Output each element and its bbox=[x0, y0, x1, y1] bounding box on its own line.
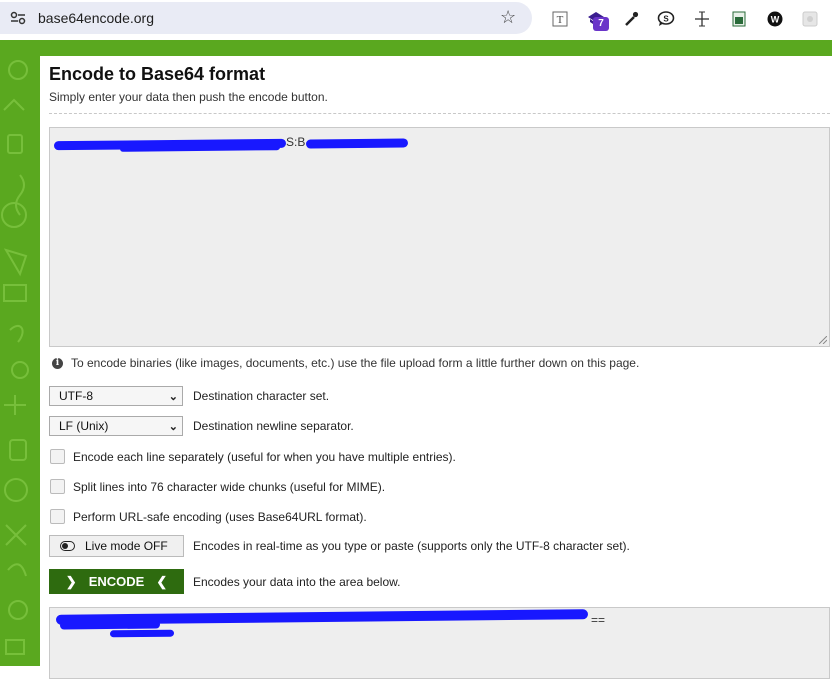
newline-label: Destination newline separator. bbox=[193, 419, 354, 433]
separate-lines-label[interactable]: Encode each line separately (useful for … bbox=[73, 450, 456, 464]
url-safe-label[interactable]: Perform URL-safe encoding (uses Base64UR… bbox=[73, 510, 367, 524]
separate-lines-checkbox[interactable] bbox=[50, 449, 65, 464]
browser-toolbar: base64encode.org ☆ T 7 S W bbox=[0, 0, 832, 40]
decorative-side-pattern bbox=[0, 40, 40, 666]
site-settings-icon[interactable] bbox=[10, 11, 26, 25]
live-mode-label: Live mode OFF bbox=[85, 539, 168, 553]
bookmark-star-icon[interactable]: ☆ bbox=[500, 8, 516, 26]
chevron-right-icon: ❯ bbox=[65, 573, 77, 589]
option-row-split-lines: Split lines into 76 character wide chunk… bbox=[49, 479, 385, 494]
redaction-mark bbox=[119, 144, 281, 152]
resize-handle-icon[interactable] bbox=[819, 336, 827, 344]
extension-badge-count: 7 bbox=[593, 17, 609, 31]
newline-row: LF (Unix) ⌄ Destination newline separato… bbox=[49, 416, 354, 436]
chevron-down-icon: ⌄ bbox=[168, 390, 178, 403]
dashed-divider bbox=[49, 113, 830, 114]
input-textarea[interactable]: S:B bbox=[49, 127, 830, 347]
live-mode-row: Live mode OFF Encodes in real-time as yo… bbox=[49, 535, 630, 557]
svg-text:S: S bbox=[663, 15, 669, 24]
charset-value: UTF-8 bbox=[59, 389, 93, 403]
text-icon[interactable]: T bbox=[550, 9, 570, 29]
live-mode-description: Encodes in real-time as you type or past… bbox=[193, 539, 630, 553]
url-text[interactable]: base64encode.org bbox=[38, 10, 154, 26]
header-green-band bbox=[40, 40, 832, 56]
info-note: i To encode binaries (like images, docum… bbox=[52, 356, 639, 370]
info-icon: i bbox=[52, 357, 63, 369]
svg-text:W: W bbox=[771, 15, 780, 25]
info-text: To encode binaries (like images, documen… bbox=[71, 356, 640, 370]
charset-row: UTF-8 ⌄ Destination character set. bbox=[49, 386, 329, 406]
chevron-left-icon: ❮ bbox=[156, 573, 168, 589]
split-lines-checkbox[interactable] bbox=[50, 479, 65, 494]
newline-value: LF (Unix) bbox=[59, 419, 109, 433]
address-bar[interactable]: base64encode.org ☆ bbox=[0, 2, 532, 34]
puzzle-icon[interactable] bbox=[800, 9, 820, 29]
sheet-icon[interactable] bbox=[729, 9, 749, 29]
chevron-down-icon: ⌄ bbox=[168, 420, 178, 433]
svg-text:T: T bbox=[557, 14, 564, 26]
newline-select[interactable]: LF (Unix) ⌄ bbox=[49, 416, 183, 436]
page-subtitle: Simply enter your data then push the enc… bbox=[49, 90, 328, 104]
redaction-mark bbox=[59, 620, 161, 630]
live-mode-button[interactable]: Live mode OFF bbox=[49, 535, 184, 557]
crosshair-icon[interactable] bbox=[692, 9, 712, 29]
page-title: Encode to Base64 format bbox=[49, 64, 266, 84]
encode-button[interactable]: ❯ ENCODE ❮ bbox=[49, 569, 184, 594]
redaction-mark bbox=[305, 138, 409, 149]
charset-label: Destination character set. bbox=[193, 389, 330, 403]
option-row-separate-lines: Encode each line separately (useful for … bbox=[49, 449, 456, 464]
url-safe-checkbox[interactable] bbox=[50, 509, 65, 524]
main-content: Encode to Base64 format Simply enter you… bbox=[40, 56, 832, 679]
redaction-mark bbox=[109, 629, 175, 638]
eyedropper-icon[interactable] bbox=[621, 9, 641, 29]
speech-icon[interactable]: S bbox=[656, 9, 676, 29]
encode-row: ❯ ENCODE ❮ Encodes your data into the ar… bbox=[49, 569, 400, 594]
output-visible-text: == bbox=[591, 613, 606, 627]
toggle-icon bbox=[60, 541, 75, 551]
split-lines-label[interactable]: Split lines into 76 character wide chunk… bbox=[73, 480, 385, 494]
encode-description: Encodes your data into the area below. bbox=[193, 574, 401, 589]
w-circle-icon[interactable]: W bbox=[765, 9, 785, 29]
encode-button-label: ENCODE bbox=[88, 574, 145, 589]
option-row-url-safe: Perform URL-safe encoding (uses Base64UR… bbox=[49, 509, 367, 524]
output-textarea[interactable]: == bbox=[49, 607, 830, 679]
charset-select[interactable]: UTF-8 ⌄ bbox=[49, 386, 183, 406]
input-visible-text: S:B bbox=[286, 135, 306, 149]
